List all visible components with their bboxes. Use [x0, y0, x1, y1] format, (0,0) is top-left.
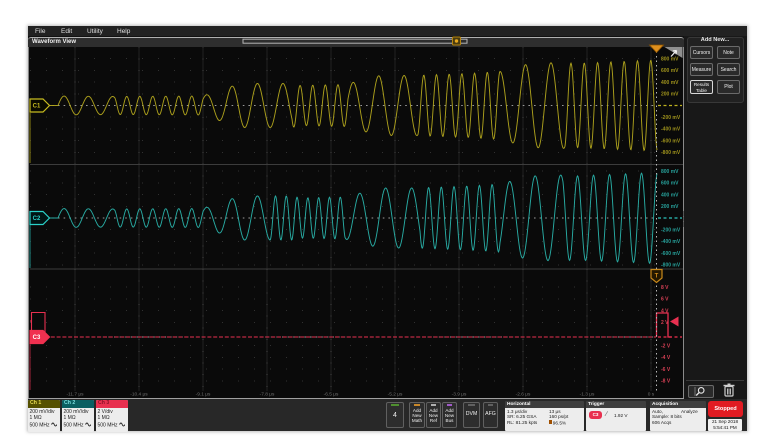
- svg-text:-800 mV: -800 mV: [661, 150, 681, 156]
- svg-text:-8 V: -8 V: [661, 379, 671, 385]
- svg-text:800 mV: 800 mV: [661, 57, 679, 63]
- svg-text:C2: C2: [33, 216, 41, 222]
- svg-text:8 V: 8 V: [661, 285, 669, 291]
- svg-text:T: T: [655, 274, 659, 280]
- svg-text:-2.6 μs: -2.6 μs: [516, 392, 531, 398]
- svg-text:-800 mV: -800 mV: [661, 263, 681, 269]
- svg-text:400 mV: 400 mV: [661, 80, 679, 86]
- svg-text:-400 mV: -400 mV: [661, 127, 681, 133]
- svg-text:-200 mV: -200 mV: [661, 115, 681, 121]
- svg-text:C1: C1: [33, 104, 41, 110]
- svg-text:800 mV: 800 mV: [661, 169, 679, 175]
- svg-text:200 mV: 200 mV: [661, 204, 679, 210]
- svg-text:-1.3 μs: -1.3 μs: [580, 392, 595, 398]
- svg-text:-11.7 μs: -11.7 μs: [66, 392, 84, 398]
- svg-text:-6.5 μs: -6.5 μs: [324, 392, 339, 398]
- svg-text:-600 mV: -600 mV: [661, 138, 681, 144]
- svg-text:-7.8 μs: -7.8 μs: [260, 392, 275, 398]
- svg-text:C3: C3: [33, 335, 41, 341]
- svg-text:-6 V: -6 V: [661, 367, 671, 373]
- svg-text:-200 mV: -200 mV: [661, 228, 681, 234]
- svg-text:-5.2 μs: -5.2 μs: [388, 392, 403, 398]
- svg-text:-4 V: -4 V: [661, 355, 671, 361]
- svg-text:-10.4 μs: -10.4 μs: [130, 392, 148, 398]
- svg-text:-9.1 μs: -9.1 μs: [196, 392, 211, 398]
- svg-text:0 s: 0 s: [648, 392, 655, 398]
- svg-text:-2 V: -2 V: [661, 344, 671, 350]
- svg-text:400 mV: 400 mV: [661, 192, 679, 198]
- svg-text:600 mV: 600 mV: [661, 181, 679, 187]
- svg-text:6 V: 6 V: [661, 297, 669, 303]
- svg-text:600 mV: 600 mV: [661, 68, 679, 74]
- svg-text:-400 mV: -400 mV: [661, 239, 681, 245]
- svg-text:200 mV: 200 mV: [661, 92, 679, 98]
- svg-text:-600 mV: -600 mV: [661, 251, 681, 257]
- svg-text:-3.9 μs: -3.9 μs: [452, 392, 467, 398]
